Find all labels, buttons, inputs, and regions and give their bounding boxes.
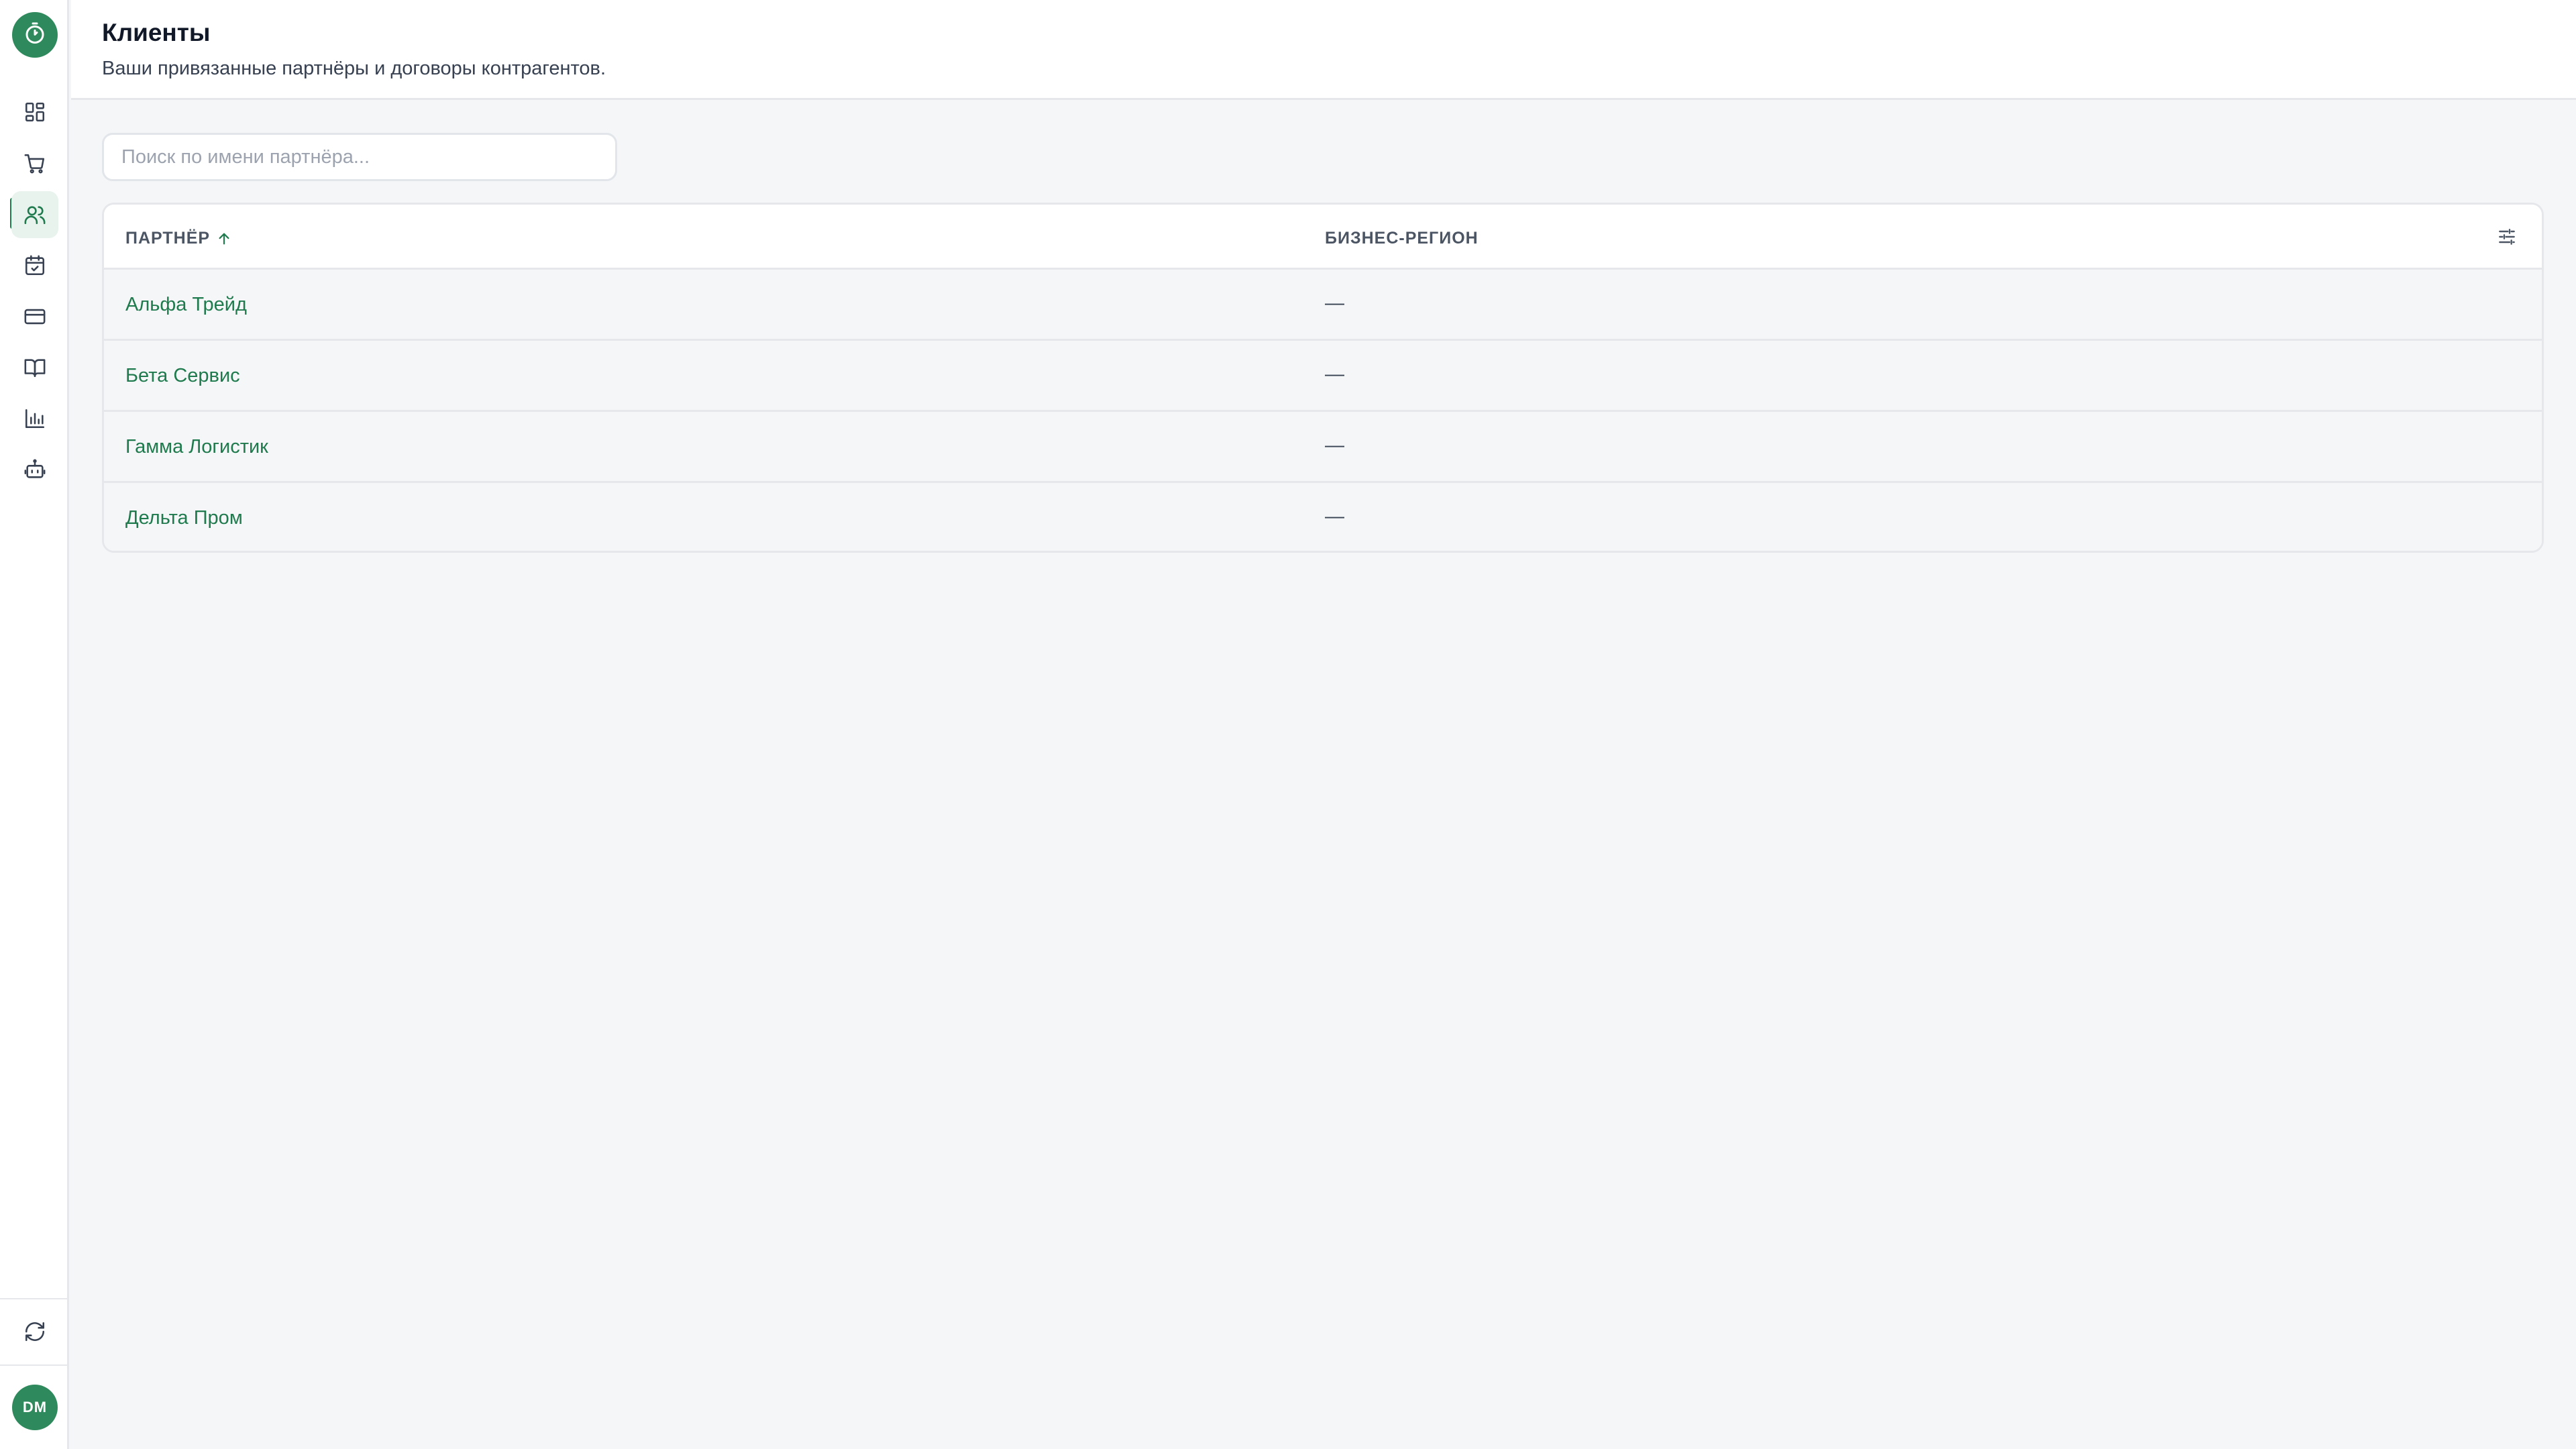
sidebar-item-dashboard[interactable] (11, 89, 58, 136)
column-settings-button[interactable] (2493, 223, 2520, 250)
sort-ascending-icon (219, 233, 229, 244)
users-icon (24, 206, 46, 225)
table-header: ПАРТНЁР БИЗНЕС-РЕГИОН (104, 205, 2542, 270)
region-cell: — (1325, 435, 1344, 456)
column-header-partner-label: ПАРТНЁР (125, 229, 211, 248)
sidebar-item-reports[interactable] (11, 395, 58, 442)
sync-button[interactable] (11, 1308, 58, 1355)
sidebar-item-payments[interactable] (11, 293, 58, 340)
table-row[interactable]: Дельта Пром — (104, 483, 2542, 551)
column-header-partner[interactable]: ПАРТНЁР (125, 229, 231, 248)
table-row[interactable]: Бета Сервис — (104, 341, 2542, 412)
sidebar-divider (0, 1298, 69, 1299)
app-logo[interactable] (12, 12, 58, 58)
partner-name-link[interactable]: Бета Сервис (125, 365, 240, 387)
user-avatar[interactable]: DM (12, 1385, 58, 1430)
table-row[interactable]: Альфа Трейд — (104, 270, 2542, 341)
sidebar-divider-bottom (0, 1364, 69, 1366)
sidebar-item-calendar[interactable] (11, 242, 58, 289)
cart-icon (24, 154, 45, 174)
partner-name-link[interactable]: Дельта Пром (125, 507, 243, 529)
sidebar-item-assistant[interactable] (11, 446, 58, 493)
sliders-icon (2499, 229, 2515, 245)
sidebar-item-catalog[interactable] (11, 344, 58, 391)
table-row[interactable]: Гамма Логистик — (104, 412, 2542, 483)
dashboard-icon (25, 102, 45, 122)
region-cell: — (1325, 364, 1344, 385)
credit-card-icon (24, 309, 46, 325)
robot-icon (24, 459, 46, 478)
app-root: DM Клиенты Ваши привязанные партнёры и д… (0, 0, 2576, 1449)
column-header-region: БИЗНЕС-РЕГИОН (1325, 229, 1479, 248)
page-subtitle: Ваши привязанные партнёры и договоры кон… (102, 58, 606, 79)
region-cell: — (1325, 506, 1344, 527)
sidebar-item-clients[interactable] (11, 191, 58, 238)
calendar-check-icon (25, 255, 45, 276)
partner-name-link[interactable]: Гамма Логистик (125, 436, 268, 458)
clients-table: ПАРТНЁР БИЗНЕС-РЕГИОН Альфа Трейд — Бета… (102, 203, 2544, 553)
sidebar-item-orders[interactable] (11, 140, 58, 187)
book-icon (24, 359, 46, 378)
region-cell: — (1325, 292, 1344, 314)
partner-name-link[interactable]: Альфа Трейд (125, 294, 247, 316)
stopwatch-icon (23, 21, 47, 49)
page-title: Клиенты (102, 19, 211, 46)
page-header: Клиенты Ваши привязанные партнёры и дого… (71, 0, 2576, 100)
sidebar: DM (0, 0, 69, 1449)
partner-search-input[interactable] (102, 133, 617, 181)
refresh-icon (25, 1322, 45, 1342)
bar-chart-icon (25, 409, 45, 429)
